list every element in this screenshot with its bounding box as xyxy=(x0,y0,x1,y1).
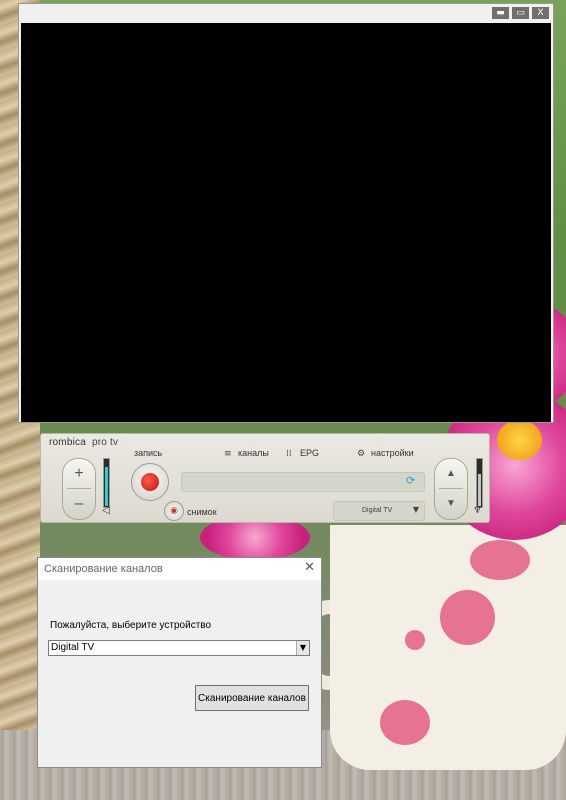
nav-settings-label: настройки xyxy=(371,448,414,458)
refresh-icon[interactable]: ⟳ xyxy=(406,475,418,487)
volume-control: + – xyxy=(62,458,96,520)
signal-level-fill xyxy=(478,473,481,506)
volume-level-bar[interactable] xyxy=(103,458,110,508)
channel-control: ▲ ▼ xyxy=(434,458,468,520)
list-icon: ≡ xyxy=(224,449,232,459)
nav-channels-label: каналы xyxy=(238,448,269,458)
scan-channels-button[interactable]: Сканирование каналов xyxy=(195,685,309,711)
snapshot-label[interactable]: снимок xyxy=(187,507,217,517)
wallpaper-cup xyxy=(330,525,566,770)
device-select[interactable]: Digital TV ▼ xyxy=(333,501,425,521)
wallpaper-cup-pattern xyxy=(405,630,425,650)
device-combobox[interactable]: Digital TV ▼ xyxy=(48,640,310,656)
nav-channels[interactable]: ≡ каналы xyxy=(224,448,269,459)
speaker-icon[interactable]: ◁ xyxy=(102,505,110,516)
device-combobox-value: Digital TV xyxy=(51,642,95,653)
video-window: ▬ ▭ X xyxy=(18,3,554,423)
volume-up-button[interactable]: + xyxy=(63,459,95,489)
volume-down-button[interactable]: – xyxy=(63,489,95,519)
signal-level-bar xyxy=(476,458,483,508)
nav-settings[interactable]: ⚙ настройки xyxy=(357,448,414,459)
video-display[interactable] xyxy=(21,23,551,422)
camera-icon[interactable]: ◉ xyxy=(164,501,184,521)
record-button[interactable] xyxy=(131,463,169,501)
volume-level-fill xyxy=(105,466,108,506)
player-control-panel: rombica pro tv + – ◁ запись ≡ каналы ⁞⁞ EPG… xyxy=(40,433,490,523)
wallpaper-cup-pattern xyxy=(440,590,495,645)
wallpaper-flower-center xyxy=(497,420,542,460)
dialog-title: Сканирование каналов xyxy=(44,563,163,575)
chevron-down-icon[interactable]: ▼ xyxy=(296,641,309,655)
wallpaper-cup-pattern xyxy=(470,540,530,580)
close-button[interactable]: X xyxy=(532,7,549,19)
device-prompt: Пожалуйста, выберите устройство xyxy=(50,620,212,631)
channel-up-button[interactable]: ▲ xyxy=(435,459,467,489)
minimize-button[interactable]: ▬ xyxy=(492,7,509,19)
dialog-titlebar[interactable]: Сканирование каналов ✕ xyxy=(38,558,321,580)
record-icon xyxy=(141,473,159,491)
maximize-button[interactable]: ▭ xyxy=(512,7,529,19)
brand-name: rombica xyxy=(49,437,86,448)
brand-logo: rombica pro tv xyxy=(49,437,118,448)
gear-icon: ⚙ xyxy=(357,449,366,459)
close-icon[interactable]: ✕ xyxy=(304,560,315,575)
nav-epg[interactable]: ⁞⁞ EPG xyxy=(286,448,319,459)
antenna-icon: ♆ xyxy=(473,505,482,516)
nav-epg-label: EPG xyxy=(300,448,320,458)
video-window-titlebar[interactable] xyxy=(19,4,553,22)
wallpaper-cup-pattern xyxy=(380,700,430,745)
record-label: запись xyxy=(134,448,163,458)
channel-down-button[interactable]: ▼ xyxy=(435,489,467,519)
scan-channels-dialog: Сканирование каналов ✕ Пожалуйста, выбер… xyxy=(37,557,322,768)
epg-icon: ⁞⁞ xyxy=(286,449,292,459)
brand-product: pro tv xyxy=(91,437,119,448)
device-select-value: Digital TV xyxy=(362,507,393,514)
chevron-down-icon: ▼ xyxy=(412,505,419,514)
channel-info-field: ⟳ xyxy=(181,472,425,492)
